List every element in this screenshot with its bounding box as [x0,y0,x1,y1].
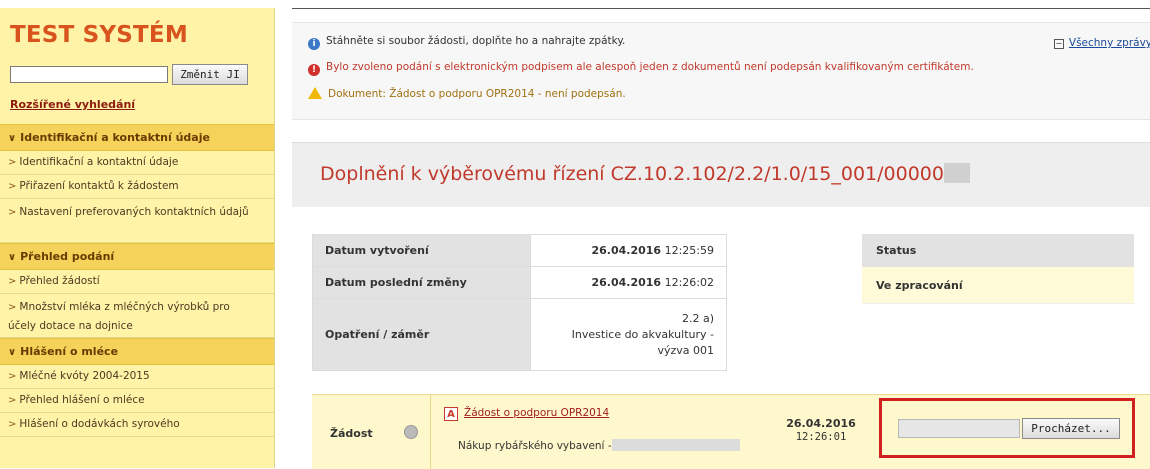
sidebar: TEST SYSTÉM Změnit JI Rozšířené vyhledán… [0,8,275,468]
title-bar: Doplnění k výběrovému řízení CZ.10.2.102… [292,142,1150,207]
sidebar-section-label: Hlášení o mléce [20,345,119,358]
measure-label: Opatření / záměr [312,298,531,371]
details-table: Datum vytvoření 26.04.2016 12:25:59 Datu… [312,234,727,371]
chevron-right-icon: > [8,419,17,430]
measure-value: 2.2 a) Investice do akvakultury - výzva … [530,298,727,371]
collapse-icon: − [1053,39,1064,49]
sidebar-item-label: Hlášení o dodávkách syrového [19,418,180,430]
messages-panel: i Stáhněte si soubor žádosti, doplňte ho … [292,22,1150,120]
sidebar-item-label: Identifikační a kontaktní údaje [19,156,179,168]
chevron-down-icon: ∨ [8,133,17,144]
error-icon: ! [308,64,320,76]
browse-button[interactable]: Procházet... [1022,418,1120,439]
info-message-text: Stáhněte si soubor žádosti, doplňte ho a… [326,35,626,47]
page-title: Doplnění k výběrovému řízení CZ.10.2.102… [320,163,970,185]
signature-seal-icon [404,425,418,439]
changed-label: Datum poslední změny [312,266,531,299]
warning-message: Dokument: Žádost o podporu OPR2014 - nen… [308,87,626,100]
measure-line: Investice do akvakultury - [571,327,714,341]
top-divider [292,8,1150,9]
sidebar-item-label: Přehled žádostí [19,275,100,287]
chevron-right-icon: > [8,207,17,218]
chevron-down-icon: ∨ [8,252,17,263]
status-table: Status Ve zpracování [862,234,1134,304]
chevron-right-icon: > [8,157,17,168]
chevron-down-icon: ∨ [8,347,17,358]
all-messages-label: Všechny zprávy [1068,37,1150,49]
chevron-right-icon: > [8,395,17,406]
request-description: Nákup rybářského vybavení - [458,439,740,452]
sidebar-item-milk-quotas[interactable]: > Mléčné kvóty 2004-2015 [0,365,274,389]
measure-code: 2.2 a) [681,311,714,325]
sidebar-section-label: Přehled podání [20,250,115,263]
divider [430,395,431,469]
request-document-link[interactable]: Žádost o podporu OPR2014 [464,407,609,419]
chevron-right-icon: > [8,276,17,287]
table-row: Datum poslední změny 26.04.2016 12:26:02 [312,266,727,299]
search-input[interactable] [10,66,168,83]
redacted-block [611,439,740,451]
error-message: ! Bylo zvoleno podání s elektronickým pod… [308,61,974,76]
created-value: 26.04.2016 12:25:59 [530,234,727,267]
error-message-text: Bylo zvoleno podání s elektronickým podp… [326,61,974,73]
created-date: 26.04.2016 [591,244,662,257]
sidebar-item-preferred-contacts[interactable]: > Nastavení preferovaných kontaktních úda… [0,199,274,243]
info-message: i Stáhněte si soubor žádosti, doplňte ho … [308,35,625,50]
sidebar-section-identification[interactable]: ∨ Identifikační a kontaktní údaje [0,124,274,151]
info-icon: i [308,38,320,50]
sidebar-item-requests-overview[interactable]: > Přehled žádostí [0,270,274,294]
sidebar-item-label: Přiřazení kontaktů k žádostem [19,180,179,192]
sidebar-item-label: Množství mléka z mléčných výrobků pro úč… [8,301,230,332]
sidebar-item-raw-milk-deliveries[interactable]: > Hlášení o dodávkách syrového [0,413,274,437]
sidebar-section-label: Identifikační a kontaktní údaje [20,131,210,144]
sidebar-item-milk-reports-overview[interactable]: > Přehled hlášení o mléce [0,389,274,413]
chevron-right-icon: > [8,181,17,192]
chevron-right-icon: > [8,302,17,313]
sidebar-section-milk-reports[interactable]: ∨ Hlášení o mléce [0,338,274,365]
page-title-text: Doplnění k výběrovému řízení CZ.10.2.102… [320,163,944,185]
request-row: Žádost A Žádost o podporu OPR2014 Nákup … [312,394,1150,469]
file-path-field[interactable] [898,419,1020,438]
warning-message-text: Dokument: Žádost o podporu OPR2014 - nen… [328,88,626,100]
status-label: Status [862,234,1134,267]
all-messages-link[interactable]: − Všechny zprávy [1053,37,1150,49]
change-ji-button[interactable]: Změnit JI [172,64,248,85]
request-label: Žádost [330,427,373,440]
changed-value: 26.04.2016 12:26:02 [530,266,727,299]
warning-icon [308,87,322,99]
request-time: 12:26:01 [795,431,847,443]
request-date: 26.04.2016 [786,417,856,430]
sidebar-item-identification[interactable]: > Identifikační a kontaktní údaje [0,151,274,175]
changed-date: 26.04.2016 [591,276,662,289]
request-description-text: Nákup rybářského vybavení - [458,440,612,452]
changed-time: 12:26:02 [664,276,714,289]
created-label: Datum vytvoření [312,234,531,267]
sidebar-item-label: Přehled hlášení o mléce [19,394,145,406]
pdf-icon: A [444,407,458,421]
table-row: Datum vytvoření 26.04.2016 12:25:59 [312,234,727,267]
advanced-search-link[interactable]: Rozšířené vyhledání [10,98,135,111]
sidebar-item-label: Nastavení preferovaných kontaktních údaj… [19,206,249,218]
status-value: Ve zpracování [862,267,1134,304]
measure-line: výzva 001 [657,343,714,357]
table-row: Opatření / záměr 2.2 a) Investice do akv… [312,298,727,371]
sidebar-item-milk-quantity[interactable]: > Množství mléka z mléčných výrobků pro ú… [0,294,274,338]
sidebar-item-label: Mléčné kvóty 2004-2015 [19,370,150,382]
created-time: 12:25:59 [664,244,714,257]
sidebar-item-contact-assignment[interactable]: > Přiřazení kontaktů k žádostem [0,175,274,199]
app-logo: TEST SYSTÉM [10,22,188,48]
sidebar-section-submissions[interactable]: ∨ Přehled podání [0,243,274,270]
redacted-block [943,163,970,183]
chevron-right-icon: > [8,371,17,382]
